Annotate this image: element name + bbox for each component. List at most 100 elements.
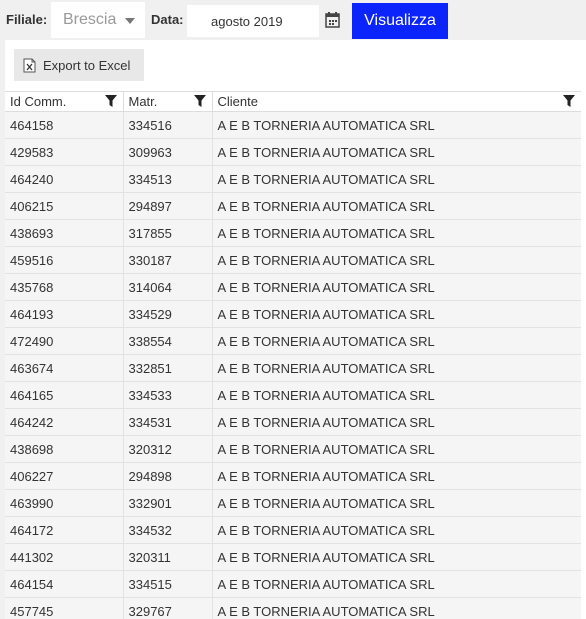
table-row[interactable]: 464154 334515 A E B TORNERIA AUTOMATICA SR… bbox=[5, 570, 581, 598]
results-grid: Export to Excel Id Comm. Matr. Cliente 4… bbox=[5, 40, 586, 619]
table-row[interactable]: 441302 320311 A E B TORNERIA AUTOMATICA SR… bbox=[5, 543, 581, 571]
date-value: agosto 2019 bbox=[211, 14, 283, 29]
table-row[interactable]: 464158 334516 A E B TORNERIA AUTOMATICA SR… bbox=[5, 111, 581, 139]
cell-cliente: A E B TORNERIA AUTOMATICA SRL bbox=[212, 489, 581, 517]
cell-id-comm: 406227 bbox=[5, 462, 124, 490]
table-row[interactable]: 464165 334533 A E B TORNERIA AUTOMATICA SR… bbox=[5, 381, 581, 409]
calendar-icon bbox=[325, 12, 340, 28]
cell-matr: 320312 bbox=[123, 435, 213, 463]
column-header-label: Cliente bbox=[217, 94, 258, 109]
cell-id-comm: 457745 bbox=[5, 597, 124, 619]
cell-cliente: A E B TORNERIA AUTOMATICA SRL bbox=[212, 192, 581, 220]
cell-cliente: A E B TORNERIA AUTOMATICA SRL bbox=[212, 300, 581, 328]
cell-id-comm: 435768 bbox=[5, 273, 124, 301]
column-header-label: Matr. bbox=[128, 94, 158, 109]
cell-cliente: A E B TORNERIA AUTOMATICA SRL bbox=[212, 381, 581, 409]
cell-cliente: A E B TORNERIA AUTOMATICA SRL bbox=[212, 597, 581, 619]
cell-id-comm: 464158 bbox=[5, 111, 124, 139]
cell-matr: 334529 bbox=[123, 300, 213, 328]
cell-matr: 309963 bbox=[123, 138, 213, 166]
cell-matr: 334531 bbox=[123, 408, 213, 436]
table-row[interactable]: 457745 329767 A E B TORNERIA AUTOMATICA SR… bbox=[5, 597, 581, 619]
filiale-select[interactable]: Brescia bbox=[51, 2, 145, 38]
cell-matr: 334516 bbox=[123, 111, 213, 139]
cell-id-comm: 464154 bbox=[5, 570, 124, 598]
export-excel-button[interactable]: Export to Excel bbox=[14, 49, 144, 81]
cell-matr: 332851 bbox=[123, 354, 213, 382]
header-row: Id Comm. Matr. Cliente bbox=[5, 91, 581, 112]
cell-cliente: A E B TORNERIA AUTOMATICA SRL bbox=[212, 516, 581, 544]
export-excel-label: Export to Excel bbox=[43, 58, 131, 73]
cell-id-comm: 441302 bbox=[5, 543, 124, 571]
chevron-down-icon bbox=[125, 18, 135, 24]
cell-id-comm: 464165 bbox=[5, 381, 124, 409]
table-row[interactable]: 438698 320312 A E B TORNERIA AUTOMATICA SR… bbox=[5, 435, 581, 463]
table-row[interactable]: 463990 332901 A E B TORNERIA AUTOMATICA SR… bbox=[5, 489, 581, 517]
table-row[interactable]: 435768 314064 A E B TORNERIA AUTOMATICA SR… bbox=[5, 273, 581, 301]
cell-id-comm: 429583 bbox=[5, 138, 124, 166]
table-row[interactable]: 406227 294898 A E B TORNERIA AUTOMATICA SR… bbox=[5, 462, 581, 490]
cell-id-comm: 438698 bbox=[5, 435, 124, 463]
cell-matr: 332901 bbox=[123, 489, 213, 517]
cell-matr: 334533 bbox=[123, 381, 213, 409]
visualizza-button[interactable]: Visualizza bbox=[352, 3, 448, 39]
excel-file-icon bbox=[23, 58, 36, 73]
table-row[interactable]: 438693 317855 A E B TORNERIA AUTOMATICA SR… bbox=[5, 219, 581, 247]
date-input[interactable]: agosto 2019 bbox=[187, 5, 319, 37]
cell-cliente: A E B TORNERIA AUTOMATICA SRL bbox=[212, 138, 581, 166]
table-row[interactable]: 472490 338554 A E B TORNERIA AUTOMATICA SR… bbox=[5, 327, 581, 355]
cell-matr: 329767 bbox=[123, 597, 213, 619]
cell-id-comm: 472490 bbox=[5, 327, 124, 355]
calendar-button[interactable] bbox=[319, 5, 346, 37]
cell-matr: 334513 bbox=[123, 165, 213, 193]
column-header-cliente[interactable]: Cliente bbox=[212, 91, 581, 112]
table-body: 464158 334516 A E B TORNERIA AUTOMATICA SR… bbox=[5, 111, 581, 619]
table-row[interactable]: 406215 294897 A E B TORNERIA AUTOMATICA SR… bbox=[5, 192, 581, 220]
cell-cliente: A E B TORNERIA AUTOMATICA SRL bbox=[212, 273, 581, 301]
data-table: Id Comm. Matr. Cliente 464158 334516 A E B… bbox=[5, 91, 581, 619]
cell-cliente: A E B TORNERIA AUTOMATICA SRL bbox=[212, 111, 581, 139]
cell-id-comm: 463990 bbox=[5, 489, 124, 517]
filiale-selected-value: Brescia bbox=[63, 11, 117, 28]
cell-matr: 294897 bbox=[123, 192, 213, 220]
cell-cliente: A E B TORNERIA AUTOMATICA SRL bbox=[212, 435, 581, 463]
table-row[interactable]: 464193 334529 A E B TORNERIA AUTOMATICA SR… bbox=[5, 300, 581, 328]
cell-id-comm: 438693 bbox=[5, 219, 124, 247]
table-row[interactable]: 464240 334513 A E B TORNERIA AUTOMATICA SR… bbox=[5, 165, 581, 193]
cell-cliente: A E B TORNERIA AUTOMATICA SRL bbox=[212, 165, 581, 193]
column-header-label: Id Comm. bbox=[10, 94, 67, 109]
cell-cliente: A E B TORNERIA AUTOMATICA SRL bbox=[212, 327, 581, 355]
table-row[interactable]: 459516 330187 A E B TORNERIA AUTOMATICA SR… bbox=[5, 246, 581, 274]
cell-cliente: A E B TORNERIA AUTOMATICA SRL bbox=[212, 246, 581, 274]
column-header-id-comm[interactable]: Id Comm. bbox=[5, 91, 124, 112]
cell-id-comm: 406215 bbox=[5, 192, 124, 220]
cell-cliente: A E B TORNERIA AUTOMATICA SRL bbox=[212, 543, 581, 571]
table-row[interactable]: 429583 309963 A E B TORNERIA AUTOMATICA SR… bbox=[5, 138, 581, 166]
grid-toolbar: Export to Excel bbox=[5, 40, 586, 91]
cell-matr: 314064 bbox=[123, 273, 213, 301]
cell-matr: 320311 bbox=[123, 543, 213, 571]
cell-matr: 338554 bbox=[123, 327, 213, 355]
cell-id-comm: 464240 bbox=[5, 165, 124, 193]
filiale-label: Filiale: bbox=[6, 12, 48, 27]
cell-id-comm: 463674 bbox=[5, 354, 124, 382]
cell-id-comm: 464172 bbox=[5, 516, 124, 544]
cell-cliente: A E B TORNERIA AUTOMATICA SRL bbox=[212, 354, 581, 382]
cell-matr: 294898 bbox=[123, 462, 213, 490]
cell-matr: 334532 bbox=[123, 516, 213, 544]
cell-cliente: A E B TORNERIA AUTOMATICA SRL bbox=[212, 408, 581, 436]
cell-id-comm: 464242 bbox=[5, 408, 124, 436]
cell-id-comm: 464193 bbox=[5, 300, 124, 328]
cell-cliente: A E B TORNERIA AUTOMATICA SRL bbox=[212, 462, 581, 490]
table-row[interactable]: 464172 334532 A E B TORNERIA AUTOMATICA SR… bbox=[5, 516, 581, 544]
filter-toolbar: Filiale: Brescia Data: agosto 2019 Visua… bbox=[0, 0, 586, 40]
table-row[interactable]: 463674 332851 A E B TORNERIA AUTOMATICA SR… bbox=[5, 354, 581, 382]
filter-icon[interactable] bbox=[104, 95, 117, 107]
filter-icon[interactable] bbox=[193, 95, 206, 107]
filter-icon[interactable] bbox=[563, 95, 575, 107]
column-header-matr[interactable]: Matr. bbox=[123, 91, 213, 112]
cell-matr: 334515 bbox=[123, 570, 213, 598]
cell-matr: 330187 bbox=[123, 246, 213, 274]
table-row[interactable]: 464242 334531 A E B TORNERIA AUTOMATICA SR… bbox=[5, 408, 581, 436]
data-label: Data: bbox=[151, 12, 184, 27]
